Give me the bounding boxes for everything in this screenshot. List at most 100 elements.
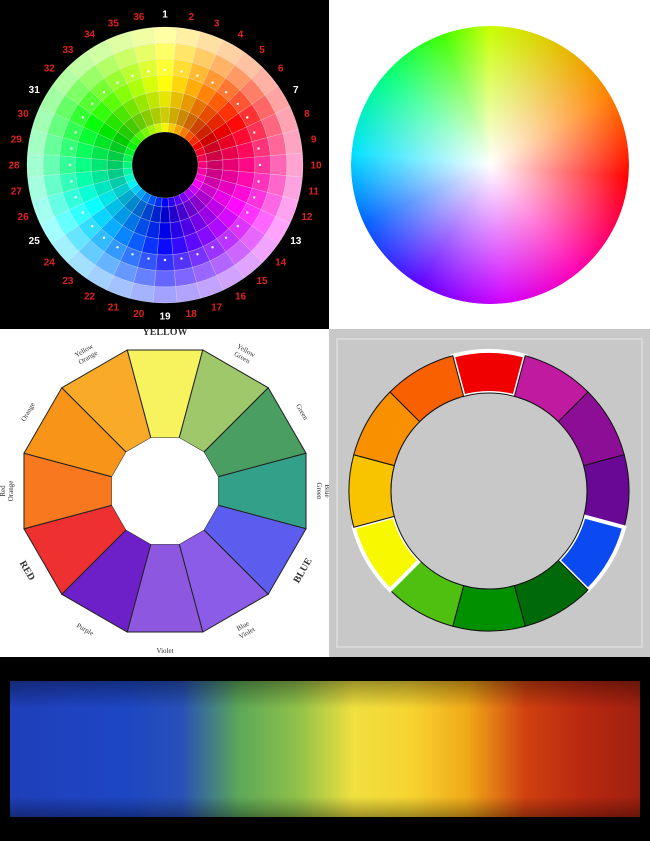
wheel36-dot [70, 180, 73, 183]
wheel36-dot [74, 196, 77, 199]
wheel36-number: 29 [11, 134, 23, 145]
wheel36-segment [156, 238, 174, 256]
wheel36-number: 19 [159, 312, 171, 323]
wheel12-label: Violet [156, 647, 173, 655]
wheel36-dot [180, 70, 183, 73]
wheel36-segment [122, 161, 133, 169]
wheel36-dot [246, 116, 249, 119]
spectrum-shading [10, 681, 640, 817]
wheel36-number: 13 [290, 236, 302, 247]
wheel36-number: 4 [238, 30, 244, 41]
wheel36-dot [116, 246, 119, 249]
wheel36-dot [253, 196, 256, 199]
wheel36-dot [147, 257, 150, 260]
wheel12-label: YellowGreen [231, 342, 257, 366]
spectrum-svg [10, 681, 640, 817]
wheel36-dot [258, 163, 262, 167]
wheel36-dot [91, 224, 94, 228]
wheel36-number: 30 [18, 109, 30, 120]
wheel36-dot [224, 236, 228, 239]
wheel36-dot [163, 68, 167, 72]
wheel36-svg: 1 234567891011121314151617181920212223242… [8, 10, 322, 323]
wheel36-number: 31 [29, 85, 41, 96]
wheel12-label: RedOrange [0, 481, 15, 502]
wheel36-number: 7 [293, 85, 299, 96]
wheel12-label: Orange [20, 401, 37, 423]
wheel36-segment [154, 270, 176, 288]
wheel36-segment [90, 158, 108, 172]
wheel36-dot [68, 163, 72, 167]
wheel36-number: 18 [186, 309, 198, 320]
wheel36-center-hole [141, 141, 189, 189]
wheel36-segment [152, 26, 178, 44]
light-spectrum-strip [0, 657, 650, 841]
wheel36-segment [152, 286, 178, 304]
wheel12-label: Green [294, 403, 310, 422]
wheel12-label: YellowOrange [73, 342, 99, 366]
hue-wheel-white-center [351, 26, 629, 304]
wheel36-segment [161, 197, 169, 208]
wheel36-segment [286, 152, 304, 178]
wheel36-number: 27 [11, 187, 23, 198]
wheel36-segment [106, 159, 124, 171]
wheel36-number: 12 [301, 212, 313, 223]
wheel36-segment [42, 154, 60, 176]
wheel36-number: 3 [214, 19, 220, 30]
ring12-segment [452, 585, 526, 632]
wheel36-number: 15 [256, 276, 268, 287]
ring12-center [390, 392, 588, 590]
wheel36-number: 11 [308, 187, 319, 198]
wheel36-dot [236, 224, 239, 228]
hue-wheel-svg [351, 26, 629, 304]
wheel36-dot [224, 91, 228, 94]
wheel36-number: 22 [84, 291, 96, 302]
twelve-segment-color-ring [329, 329, 650, 657]
wheel12-label: RED [17, 559, 37, 583]
wheel36-number: 8 [304, 109, 310, 120]
wheel36-number: 23 [62, 276, 74, 287]
wheel36-segment [158, 222, 172, 240]
wheel36-number: 10 [310, 161, 322, 172]
wheel36-dot [211, 81, 214, 84]
wheel36-segment [159, 106, 171, 124]
wheel36-dot [257, 147, 260, 150]
wheel36-dot [211, 246, 214, 249]
wheel36-segment [155, 58, 175, 76]
wheel36-segment [156, 74, 174, 92]
wheel36-number: 26 [18, 212, 30, 223]
wheel36-dot [163, 258, 167, 262]
wheel36-segment [159, 206, 171, 224]
wheel36-number: 28 [8, 161, 20, 172]
numbered-36-segment-color-wheel: 1 2 3 4 5 6 7 8 9 10 11 12 13 14 15 16 17 18 19 20 21 22 23 24 2… [0, 0, 329, 329]
wheel36-dot [147, 70, 150, 73]
wheel36-dot [253, 131, 256, 134]
ring12-segment [348, 454, 395, 528]
wheel36-dot [180, 257, 183, 260]
wheel36-dot [74, 131, 77, 134]
wheel36-number: 25 [29, 236, 41, 247]
wheel36-dot [102, 236, 106, 239]
wheel36-dot [81, 116, 84, 119]
wheel36-segment [58, 155, 76, 175]
wheel36-number: 32 [44, 63, 56, 74]
wheel36-dot [131, 74, 134, 77]
wheel36-number: 2 [188, 12, 194, 23]
wheel12-center [111, 437, 219, 545]
wheel36-dot [246, 211, 249, 214]
wheel36-number: 34 [84, 30, 96, 41]
wheel36-dot [116, 81, 119, 84]
ring12-segment [450, 349, 528, 399]
wheel36-number: 36 [133, 12, 145, 23]
wheel36-number: 17 [211, 302, 223, 313]
wheel36-segment [154, 42, 176, 60]
wheel36-number: 24 [44, 258, 56, 269]
wheel36-number: 14 [275, 258, 287, 269]
wheel36-segment [74, 156, 92, 174]
ring12-svg [336, 338, 643, 648]
wheel36-segment [155, 254, 175, 272]
wheel36-number: 21 [108, 302, 120, 313]
wheel12-label: BlueGreen [315, 482, 329, 500]
wheel36-number: 9 [311, 134, 317, 145]
wheel12-svg: YELLOW YellowGreen Green BlueGreen BLUE BlueV… [0, 329, 329, 655]
wheel36-segment [254, 155, 272, 175]
